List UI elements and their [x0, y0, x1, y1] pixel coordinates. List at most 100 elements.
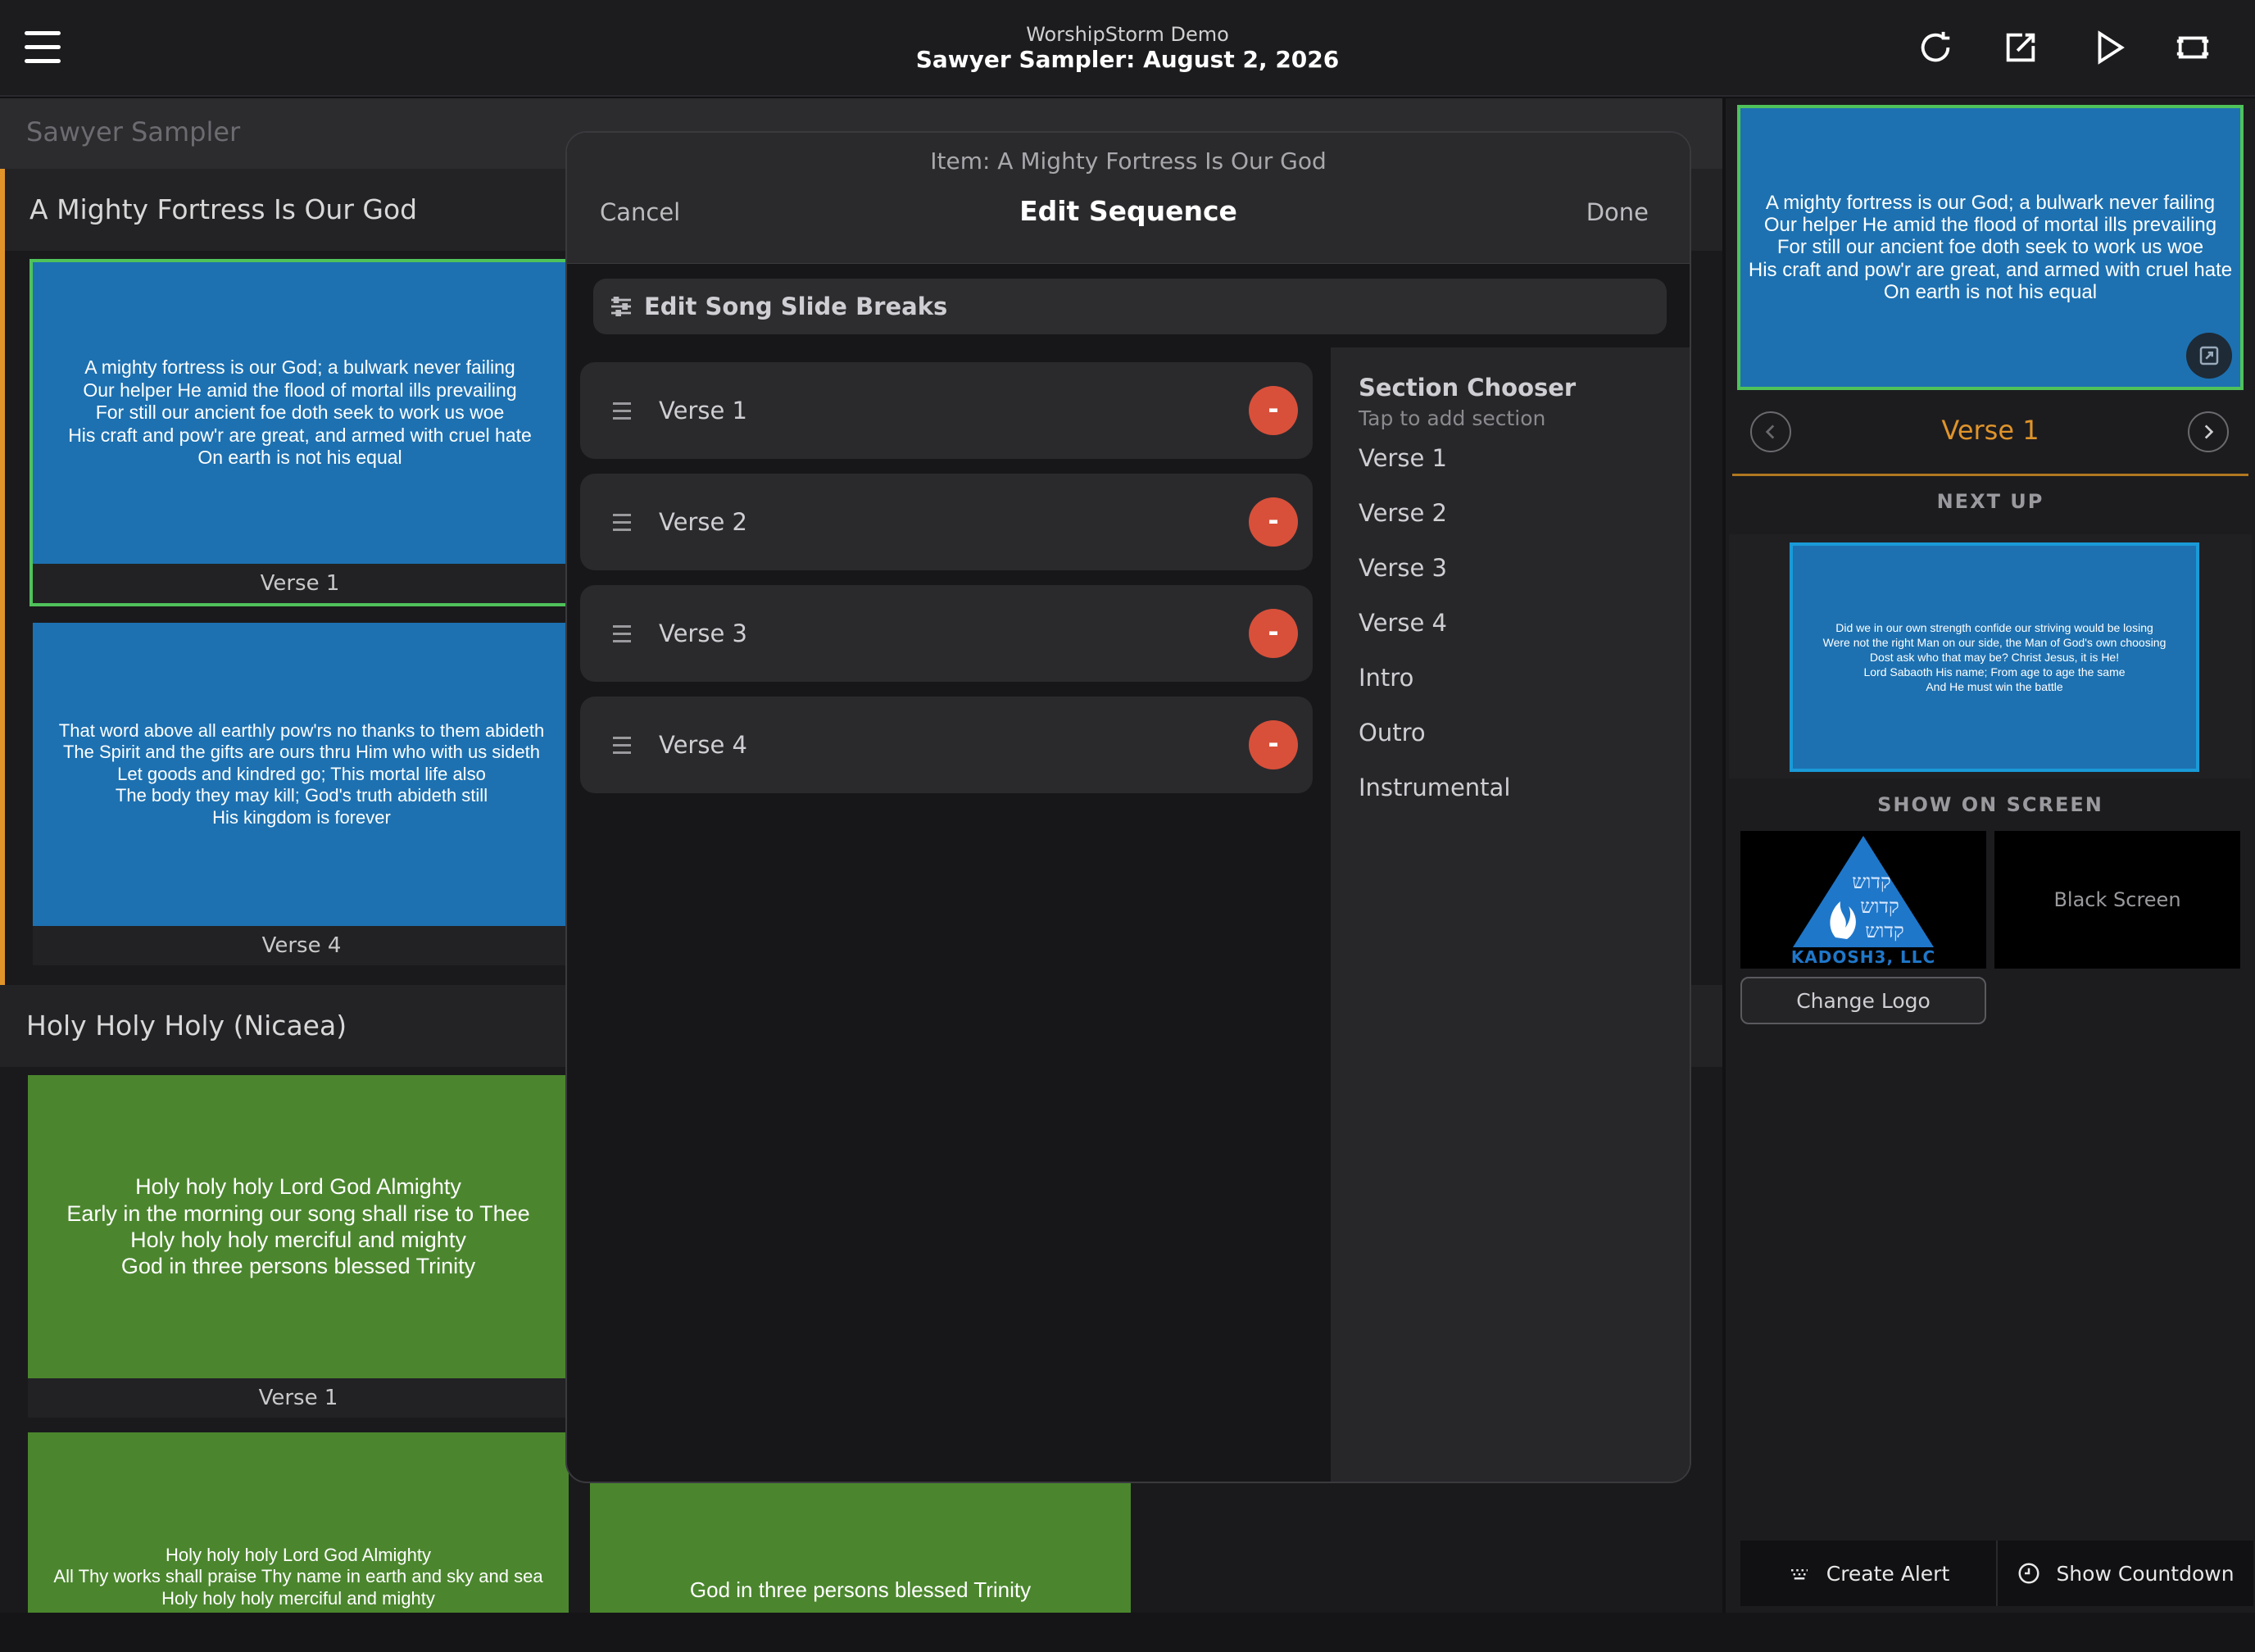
show-countdown-button[interactable]: Show Countdown: [1996, 1541, 2253, 1606]
remove-section-button[interactable]: -: [1249, 720, 1298, 769]
slide-line: Our helper He amid the flood of mortal i…: [83, 379, 517, 401]
change-logo-button[interactable]: Change Logo: [1740, 977, 1986, 1024]
bottom-actions: Create Alert Show Countdown: [1740, 1541, 2253, 1606]
play-icon[interactable]: [2085, 23, 2134, 72]
svg-text:קדוש: קדוש: [1865, 919, 1904, 942]
next-up-area: Did we in our own strength confide our s…: [1729, 534, 2252, 778]
slide-label: Verse 4: [33, 926, 570, 965]
chooser-item-intro[interactable]: Intro: [1359, 664, 1413, 692]
sequence-item[interactable]: Verse 4 -: [580, 697, 1313, 793]
remove-section-button[interactable]: -: [1249, 497, 1298, 547]
create-alert-button[interactable]: Create Alert: [1740, 1541, 1996, 1606]
slide-verse-2[interactable]: Holy holy holy Lord God Almighty All Thy…: [28, 1432, 569, 1613]
chevron-right-icon[interactable]: [2188, 411, 2229, 452]
slide-face: A mighty fortress is our God; a bulwark …: [33, 262, 567, 564]
live-line: His craft and pow'r are great, and armed…: [1748, 258, 2233, 281]
slide-label: Verse 1: [33, 564, 567, 603]
bottom-strip: [0, 1613, 2255, 1652]
next-line: Were not the right Man on our side, the …: [1822, 635, 2167, 649]
slide-verse-1[interactable]: A mighty fortress is our God; a bulwark …: [29, 259, 570, 606]
sequence-list: Verse 1 - Verse 2 - Verse 3 - Verse 4 -: [580, 362, 1313, 808]
slide-line: That word above all earthly pow'rs no th…: [58, 720, 545, 742]
show-on-screen-heading: SHOW ON SCREEN: [1877, 793, 2103, 816]
drag-handle-icon[interactable]: [613, 509, 631, 536]
next-line: And He must win the battle: [1926, 680, 2063, 694]
clock-icon: [2018, 1563, 2039, 1584]
sliders-icon: [611, 297, 631, 316]
sequence-item[interactable]: Verse 2 -: [580, 474, 1313, 570]
slide-face: That word above all earthly pow'rs no th…: [33, 623, 570, 926]
slide-line: A mighty fortress is our God; a bulwark …: [84, 356, 515, 379]
logo-screen-button[interactable]: קדוש קדוש קדוש KADOSH3, LLC: [1740, 831, 1986, 969]
slide-line: Holy holy holy Lord God Almighty: [165, 1544, 432, 1565]
live-line: On earth is not his equal: [1883, 280, 2098, 303]
sequence-item[interactable]: Verse 3 -: [580, 585, 1313, 682]
next-slide-preview[interactable]: Did we in our own strength confide our s…: [1790, 542, 2199, 772]
slide-line: Holy holy holy merciful and mighty: [130, 1228, 466, 1252]
slide-line: Holy holy holy Lord God Almighty: [135, 1174, 461, 1200]
slide-line: Holy holy holy merciful and mighty: [161, 1587, 435, 1609]
slide-face: Holy holy holy Lord God Almighty Early i…: [28, 1075, 569, 1378]
slide-line: Let goods and kindred go; This mortal li…: [117, 763, 486, 784]
drag-handle-icon[interactable]: [613, 620, 631, 647]
remove-section-button[interactable]: -: [1249, 386, 1298, 435]
live-slide-preview[interactable]: A mighty fortress is our God; a bulwark …: [1737, 105, 2244, 390]
top-bar: WorshipStorm Demo Sawyer Sampler: August…: [0, 0, 2255, 97]
modal-title: Edit Sequence: [1019, 195, 1237, 227]
next-up-heading: NEXT UP: [1936, 490, 2044, 513]
screen-icon[interactable]: [2168, 23, 2217, 72]
done-button[interactable]: Done: [1586, 198, 1649, 226]
create-alert-label: Create Alert: [1826, 1561, 1950, 1586]
slide-line: All Thy works shall praise Thy name in e…: [53, 1566, 543, 1587]
svg-text:קדוש: קדוש: [1852, 870, 1891, 893]
section-chooser-title: Section Chooser: [1359, 374, 1577, 402]
slide-line: On earth is not his equal: [197, 447, 402, 469]
next-line: Dost ask who that may be? Christ Jesus, …: [1869, 650, 2120, 664]
sequence-item[interactable]: Verse 1 -: [580, 362, 1313, 459]
chooser-item-verse-3[interactable]: Verse 3: [1359, 554, 1447, 582]
refresh-icon[interactable]: [1911, 23, 1960, 72]
modal-header: Item: A Mighty Fortress Is Our God Cance…: [567, 133, 1690, 264]
slide-line: Early in the morning our song shall rise…: [66, 1200, 530, 1226]
output-panel: A mighty fortress is our God; a bulwark …: [1726, 98, 2255, 1622]
sequence-item-label: Verse 3: [659, 620, 747, 647]
sequence-item-label: Verse 1: [659, 397, 747, 424]
slide-line: His kingdom is forever: [212, 806, 391, 828]
slide-line: His craft and pow'r are great, and armed…: [68, 424, 532, 446]
section-chooser: Section Chooser Tap to add section Verse…: [1331, 347, 1690, 1482]
sequence-item-label: Verse 2: [659, 508, 747, 536]
current-section-label: Verse 1: [1941, 415, 2039, 446]
show-countdown-label: Show Countdown: [2056, 1561, 2235, 1586]
logo-text: KADOSH3, LLC: [1790, 947, 1936, 967]
section-chooser-subtitle: Tap to add section: [1359, 406, 1546, 430]
keyboard-icon: [1790, 1569, 1808, 1580]
slide-line: The Spirit and the gifts are ours thru H…: [62, 742, 541, 763]
current-section-underline: [1732, 474, 2248, 476]
slide-label: Verse 1: [28, 1378, 569, 1418]
chooser-item-instrumental[interactable]: Instrumental: [1359, 774, 1510, 801]
edit-slide-breaks-label: Edit Song Slide Breaks: [644, 293, 948, 320]
live-line: Our helper He amid the flood of mortal i…: [1763, 214, 2217, 237]
edit-slide-breaks-button[interactable]: Edit Song Slide Breaks: [593, 279, 1667, 334]
live-line: A mighty fortress is our God; a bulwark …: [1765, 192, 2216, 215]
modal-item-label: Item: A Mighty Fortress Is Our God: [930, 148, 1327, 175]
slide-verse-4[interactable]: That word above all earthly pow'rs no th…: [33, 623, 570, 967]
slide-line: God in three persons blessed Trinity: [689, 1577, 1032, 1602]
drag-handle-icon[interactable]: [613, 397, 631, 424]
remove-section-button[interactable]: -: [1249, 609, 1298, 658]
slide-line: The body they may kill; God's truth abid…: [115, 785, 488, 806]
drag-handle-icon[interactable]: [613, 732, 631, 759]
edit-icon[interactable]: [1996, 23, 2045, 72]
chooser-item-verse-4[interactable]: Verse 4: [1359, 609, 1447, 637]
svg-text:קדוש: קדוש: [1860, 895, 1899, 918]
chooser-item-verse-1[interactable]: Verse 1: [1359, 444, 1447, 472]
chooser-item-outro[interactable]: Outro: [1359, 719, 1426, 747]
expand-icon[interactable]: [2186, 333, 2232, 379]
black-screen-button[interactable]: Black Screen: [1994, 831, 2240, 969]
next-line: Did we in our own strength confide our s…: [1835, 620, 2153, 634]
live-line: For still our ancient foe doth seek to w…: [1776, 236, 2204, 259]
slide-line: For still our ancient foe doth seek to w…: [95, 402, 505, 424]
slide-verse-1[interactable]: Holy holy holy Lord God Almighty Early i…: [28, 1075, 569, 1418]
slide-line: God in three persons blessed Trinity: [120, 1254, 476, 1279]
chooser-item-verse-2[interactable]: Verse 2: [1359, 499, 1447, 527]
